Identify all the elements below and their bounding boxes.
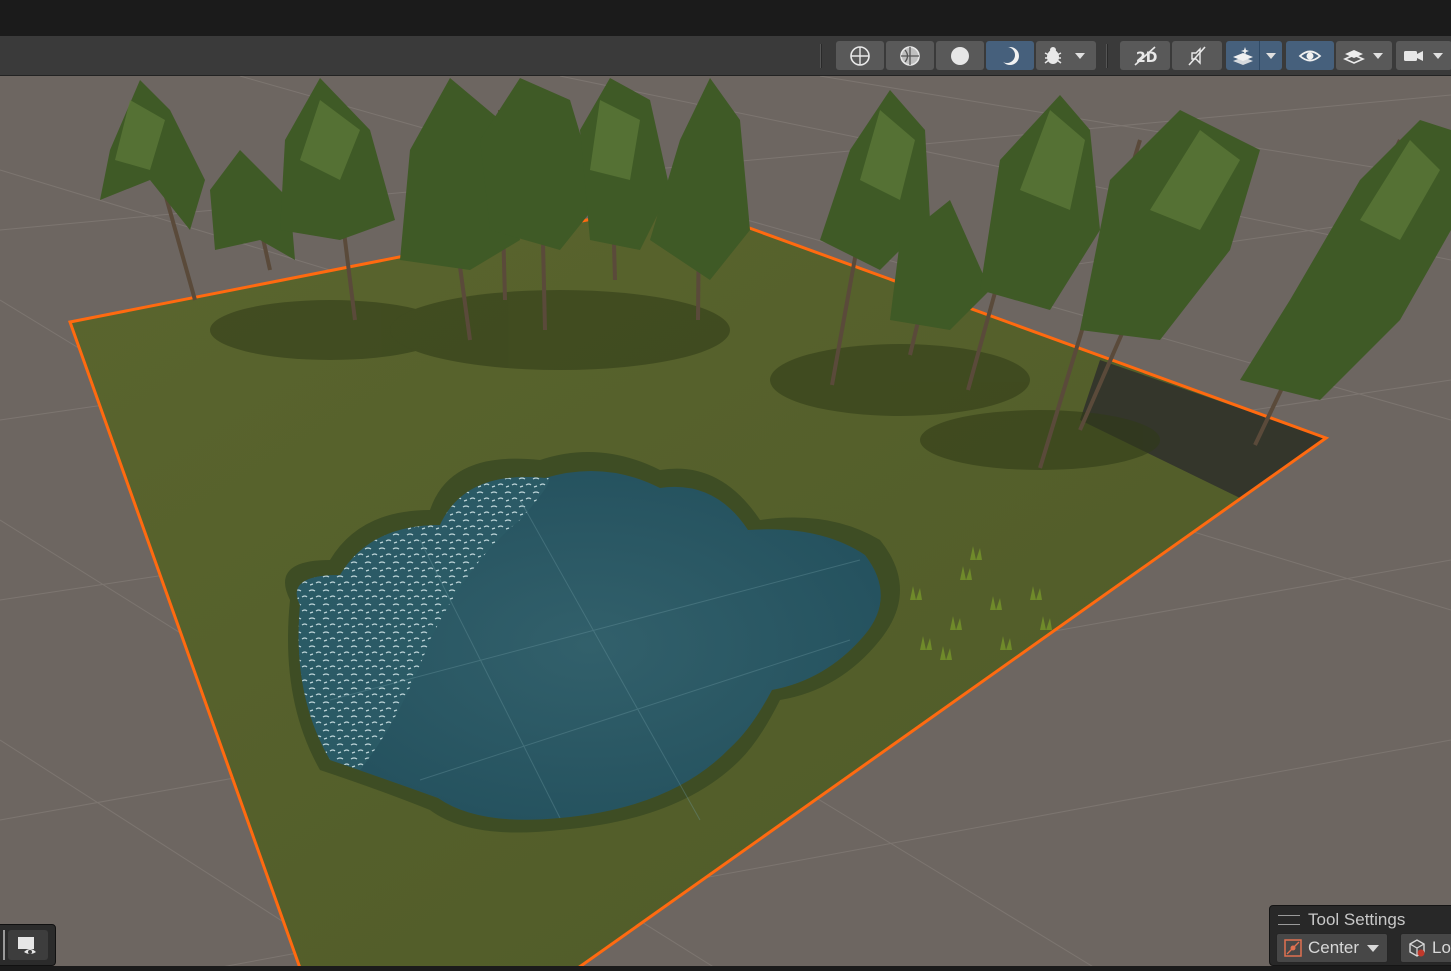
shaded-wireframe-icon (900, 45, 920, 66)
lighting-mode-button[interactable] (986, 41, 1034, 70)
toolbar-separator (820, 44, 822, 68)
local-rotation-icon (1407, 938, 1427, 958)
audio-mute-button[interactable] (1172, 41, 1222, 70)
svg-text:2D: 2D (1136, 50, 1157, 66)
camera-settings-dropdown[interactable] (1396, 41, 1451, 70)
window-bottom-edge (0, 966, 1451, 971)
pivot-center-icon (1283, 938, 1303, 958)
pivot-mode-dropdown[interactable]: Center (1276, 933, 1388, 963)
overlay-separator (3, 930, 5, 960)
chevron-down-icon (1075, 52, 1085, 59)
wireframe-draw-mode-button[interactable] (836, 41, 884, 70)
visibility-eye-icon (1298, 50, 1322, 61)
window-title-bar (0, 0, 1451, 36)
shaded-wireframe-mode-button[interactable] (886, 41, 934, 70)
effects-layers-icon (1233, 46, 1253, 65)
overlay-menu (0, 924, 56, 966)
scene-viewport[interactable] (0, 76, 1451, 971)
drag-handle-icon[interactable] (1278, 915, 1300, 925)
scene-view-camera-icon (18, 937, 36, 954)
scene-view-toolbar: 2D (0, 36, 1451, 76)
pivot-rotation-label: Lo (1432, 938, 1451, 957)
shaded-draw-mode-button[interactable] (936, 41, 984, 70)
pivot-mode-label: Center (1308, 938, 1360, 957)
unity-scene-view: 2D Tool Settings Center Lo (0, 0, 1451, 971)
debug-bug-icon (1044, 46, 1062, 64)
layers-icon (1343, 49, 1365, 64)
pivot-rotation-dropdown[interactable]: Lo (1400, 933, 1451, 963)
chevron-down-icon (1373, 52, 1383, 59)
lit-moon-icon (999, 46, 1019, 65)
tool-settings-overlay: Tool Settings Center Lo (1269, 905, 1451, 966)
chevron-down-icon (1433, 52, 1443, 59)
shaded-sphere-icon (951, 46, 969, 65)
scene-visibility-button[interactable] (1286, 41, 1334, 70)
effects-dropdown[interactable] (1226, 41, 1282, 70)
chevron-down-icon (1266, 53, 1276, 59)
wireframe-shading-icon (850, 45, 870, 66)
tool-settings-header[interactable]: Tool Settings (1278, 909, 1405, 931)
tool-settings-title: Tool Settings (1308, 910, 1406, 929)
layers-dropdown[interactable] (1336, 41, 1392, 70)
chevron-down-icon (1367, 944, 1380, 952)
2d-mode-button[interactable]: 2D (1120, 41, 1170, 70)
camera-icon (1404, 50, 1423, 61)
audio-mute-icon (1188, 45, 1206, 66)
2d-toggle-icon: 2D (1134, 45, 1157, 66)
debug-draw-mode-dropdown[interactable] (1036, 41, 1096, 70)
scene-view-camera-button[interactable] (8, 930, 48, 960)
toolbar-separator (1106, 44, 1108, 68)
